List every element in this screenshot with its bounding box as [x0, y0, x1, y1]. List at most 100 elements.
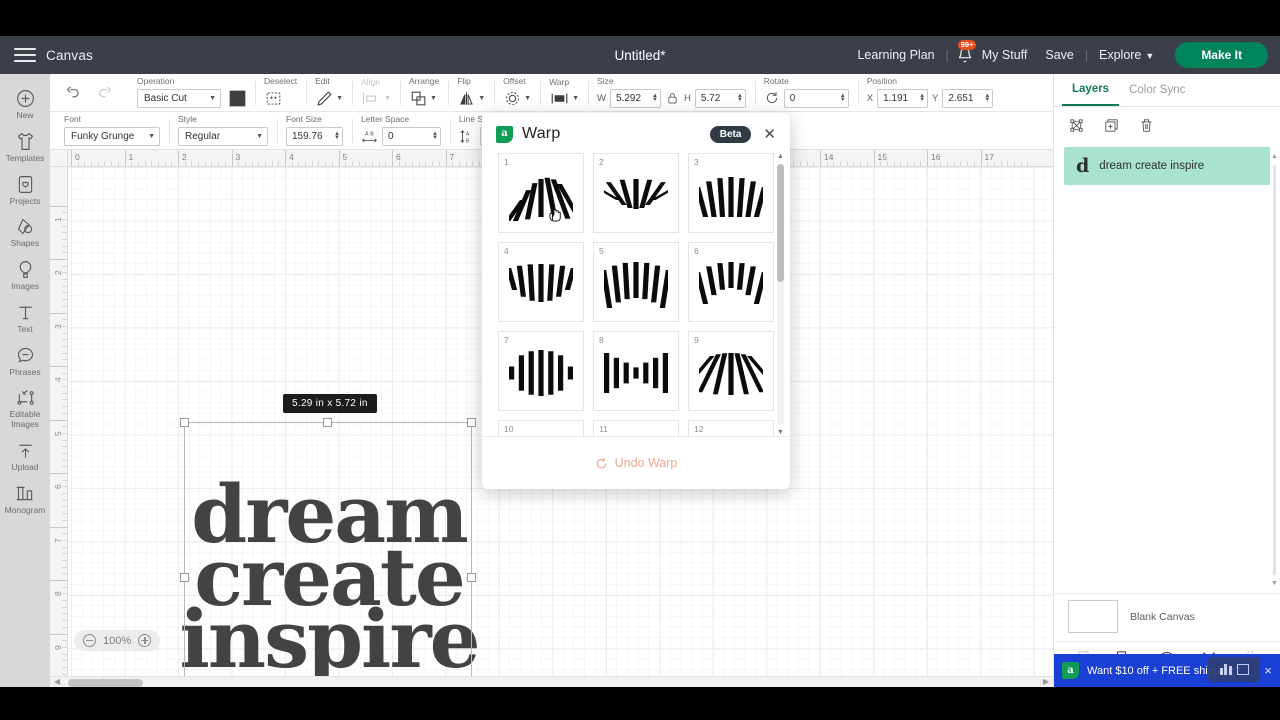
position-y-stepper[interactable]: ▲ ▼ [984, 93, 990, 103]
warp-preset-10[interactable]: 10 [498, 420, 584, 436]
promo-close-icon[interactable]: × [1264, 663, 1272, 678]
warp-preset-12[interactable]: 12 [688, 420, 774, 436]
letter-space-stepper[interactable]: ▲ ▼ [432, 131, 438, 141]
selection-bounding-box[interactable] [180, 418, 476, 687]
style-select[interactable]: Regular ▼ [178, 126, 268, 146]
sidebar-item-editable-images[interactable]: Editable Images [0, 381, 50, 434]
height-value[interactable] [700, 92, 735, 104]
lock-icon[interactable] [666, 91, 679, 106]
group-icon[interactable] [1068, 117, 1085, 139]
align-button[interactable]: ▼ [361, 90, 391, 107]
letter-space-input[interactable]: ▲▼ [381, 126, 441, 146]
color-swatch[interactable] [229, 89, 246, 107]
position-x-stepper[interactable]: ▲ ▼ [919, 93, 925, 103]
resize-handle-left-middle[interactable] [180, 573, 189, 582]
warp-preset-5[interactable]: 5 [593, 242, 679, 322]
font-size-stepper[interactable]: ▲ ▼ [334, 131, 340, 141]
deselect-button[interactable] [264, 89, 283, 108]
save-button[interactable]: Save [1036, 48, 1083, 62]
scroll-left-arrow[interactable]: ◀ [54, 677, 60, 686]
edit-button[interactable]: ▼ [315, 89, 343, 108]
scroll-up-arrow[interactable]: ▲ [776, 153, 785, 160]
flip-button[interactable]: ▼ [457, 89, 485, 108]
close-icon[interactable]: ✕ [763, 127, 776, 142]
sidebar-item-shapes[interactable]: Shapes [0, 210, 50, 253]
hamburger-icon[interactable] [0, 48, 46, 62]
warp-preset-8[interactable]: 8 [593, 331, 679, 411]
warp-preset-11[interactable]: 11 [593, 420, 679, 436]
learning-plan-link[interactable]: Learning Plan [848, 48, 943, 62]
sidebar-item-phrases[interactable]: Phrases [0, 339, 50, 382]
warp-scroll-thumb[interactable] [777, 164, 784, 282]
position-y-value[interactable] [948, 92, 983, 104]
rotate-value[interactable] [789, 92, 838, 104]
scroll-thumb[interactable] [68, 679, 143, 687]
scroll-down-arrow[interactable]: ▼ [776, 429, 785, 436]
sidebar-item-text[interactable]: Text [0, 296, 50, 339]
sidebar-item-images[interactable]: Images [0, 253, 50, 296]
make-it-button[interactable]: Make It [1175, 42, 1268, 68]
sidebar-item-new[interactable]: New [0, 82, 50, 125]
redo-icon[interactable] [97, 84, 114, 101]
warp-button[interactable]: ▼ [549, 90, 579, 107]
arrange-button[interactable]: ▼ [409, 89, 437, 108]
notifications-button[interactable]: 99+ [951, 40, 977, 63]
warp-preset-9[interactable]: 9 [688, 331, 774, 411]
font-size-value[interactable] [292, 130, 332, 142]
height-stepper[interactable]: ▲ ▼ [737, 93, 743, 103]
resize-handle-top-right[interactable] [467, 418, 476, 427]
canvas-layer-row[interactable]: Blank Canvas [1054, 593, 1280, 641]
delete-icon[interactable] [1138, 117, 1155, 139]
ruler-minor-tick [62, 660, 67, 662]
ruler-minor-tick [458, 161, 460, 166]
warp-preset-7[interactable]: 7 [498, 331, 584, 411]
warp-preset-1[interactable]: 1 [498, 153, 584, 233]
offset-button[interactable]: ▼ [503, 89, 531, 108]
layers-scroll-track[interactable] [1273, 165, 1276, 575]
horizontal-scrollbar[interactable]: ◀ ▶ [50, 676, 1053, 687]
warp-preset-2[interactable]: 2 [593, 153, 679, 233]
zoom-out-icon[interactable] [83, 634, 96, 647]
width-value[interactable] [615, 92, 650, 104]
sidebar-item-projects[interactable]: Projects [0, 168, 50, 211]
tab-color-sync[interactable]: Color Sync [1119, 74, 1195, 106]
tab-layers[interactable]: Layers [1062, 74, 1120, 106]
layers-scrollbar[interactable]: ▲ ▼ [1271, 153, 1278, 587]
undo-icon[interactable] [64, 84, 81, 101]
operation-select[interactable]: Basic Cut ▼ [137, 88, 221, 108]
position-x-value[interactable] [883, 92, 918, 104]
resize-handle-top-middle[interactable] [323, 418, 332, 427]
font-size-input[interactable]: ▲▼ [286, 126, 343, 146]
rotate-input[interactable]: ▲▼ [783, 88, 849, 108]
width-stepper[interactable]: ▲ ▼ [652, 93, 658, 103]
sidebar-item-templates[interactable]: Templates [0, 125, 50, 168]
scroll-right-arrow[interactable]: ▶ [1043, 677, 1049, 686]
warp-preset-6[interactable]: 6 [688, 242, 774, 322]
resize-handle-right-middle[interactable] [467, 573, 476, 582]
position-y-input[interactable]: ▲▼ [942, 88, 994, 108]
scroll-up-arrow[interactable]: ▲ [1271, 153, 1278, 160]
warp-modal-scrollbar[interactable]: ▲ ▼ [776, 153, 785, 436]
position-x-input[interactable]: ▲▼ [877, 88, 929, 108]
sidebar-item-upload[interactable]: Upload [0, 434, 50, 477]
font-select[interactable]: Funky Grunge ▼ [64, 126, 160, 146]
explore-dropdown[interactable]: Explore ▼ [1090, 48, 1163, 62]
warp-preset-number: 10 [504, 424, 514, 434]
warp-preset-3[interactable]: 3 [688, 153, 774, 233]
undo-warp-label[interactable]: Undo Warp [615, 456, 678, 470]
rotate-stepper[interactable]: ▲ ▼ [840, 93, 846, 103]
sidebar-item-monogram[interactable]: Monogram [0, 477, 50, 520]
warp-presets-scroll-area[interactable]: 1 2 3 4 5 6 7 8 9 10 11 12 ▲ ▼ [482, 153, 790, 436]
resize-handle-top-left[interactable] [180, 418, 189, 427]
zoom-in-icon[interactable] [138, 634, 152, 647]
my-stuff-link[interactable]: My Stuff [973, 48, 1037, 62]
header-canvas-label[interactable]: Canvas [46, 48, 93, 63]
letter-space-value[interactable] [387, 130, 430, 142]
warp-preset-4[interactable]: 4 [498, 242, 584, 322]
height-input[interactable]: ▲▼ [694, 88, 746, 108]
layer-item[interactable]: d dream create inspire [1064, 147, 1270, 185]
floating-widget[interactable] [1208, 657, 1260, 682]
duplicate-icon[interactable] [1103, 117, 1120, 139]
scroll-down-arrow[interactable]: ▼ [1271, 580, 1278, 587]
width-input[interactable]: ▲▼ [609, 88, 661, 108]
